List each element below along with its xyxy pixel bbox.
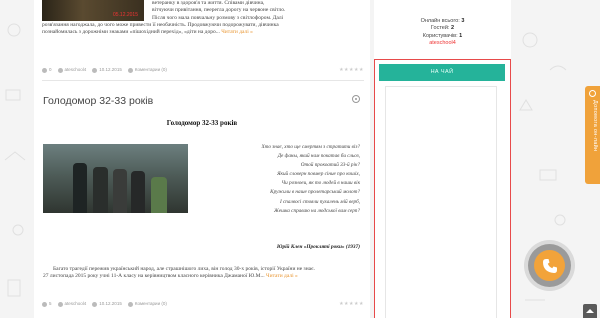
text-line: Багато трагедії пережив український наро…	[53, 266, 315, 272]
read-more-link[interactable]: Читати далі »	[266, 273, 298, 279]
rating-stars[interactable]: ★★★★★	[339, 67, 364, 73]
calendar-icon	[92, 301, 98, 307]
post-paragraph: Багато трагедії пережив український наро…	[43, 266, 361, 281]
comment-icon	[127, 301, 133, 307]
main-column: 05.12.2015 ветеранку в здоров'я та життя…	[34, 0, 370, 318]
comments-link[interactable]: Коментарии (0)	[135, 301, 167, 306]
poem-line: Кружили в наше пролетарський молот?	[270, 189, 360, 196]
user-icon	[57, 67, 63, 73]
post-date: 10.12.2015	[99, 67, 122, 73]
rating-stars[interactable]: ★★★★★	[339, 301, 364, 307]
comment-icon	[127, 67, 133, 73]
chat-widget: НА ЧАЙ	[374, 59, 511, 318]
help-online-tab[interactable]: Допомога он-лайн	[585, 86, 600, 184]
comments-link[interactable]: Коментарии (0)	[135, 67, 167, 72]
users-count: 1	[459, 32, 463, 39]
text-line: ветеранку в здоров'я та життя. Співами д…	[152, 0, 265, 6]
top-post-meta: 0 ateschool4 10.12.2015 Коментарии (0) ★…	[42, 66, 364, 74]
poem: Хто знає, хто ще смертям з стратити віз?…	[194, 143, 360, 216]
post-date: 10.12.2015	[99, 301, 122, 307]
post-heading: Голодомор 32-33 років	[166, 119, 238, 127]
author-link[interactable]: ateschool4	[65, 67, 87, 72]
calendar-icon	[92, 67, 98, 73]
guests-count: 2	[451, 25, 455, 32]
poem-line: Отой прокоатий 33-й рік?	[300, 162, 360, 169]
text-line: Після чого мала повчальну розмову з світ…	[152, 14, 284, 21]
user-icon	[57, 301, 63, 307]
users-label: Користувачів:	[422, 32, 458, 39]
post-title[interactable]: Голодомор 32-33 років	[43, 95, 153, 107]
guests-label: Гостей:	[430, 25, 450, 32]
eye-icon	[42, 301, 47, 307]
views-count: 0	[49, 67, 52, 73]
help-icon	[589, 90, 596, 97]
poem-line: Де фаны, який нам покатав би сльоз,	[277, 153, 360, 160]
gear-icon[interactable]	[352, 95, 360, 103]
text-line: 27 листопада 2015 року учні 11-А класу н…	[43, 273, 265, 280]
sidebar: Онлайн всього: 3 Гостей: 2 Користувачів:…	[374, 0, 511, 318]
divider	[42, 80, 364, 81]
chat-header: НА ЧАЙ	[379, 64, 505, 81]
poem-line: Хто знає, хто ще смертям з стратити віз?	[261, 144, 360, 150]
poem-line: Жешка справаю на людської вам серп?	[274, 207, 360, 214]
poem-line: І спалвосі стояли пухалень мій верб,	[279, 198, 360, 205]
online-stats: Онлайн всього: 3 Гостей: 2 Користувачів:…	[374, 18, 511, 47]
author-link[interactable]: ateschool4	[65, 301, 87, 306]
phone-icon	[542, 258, 557, 273]
post-photo	[43, 144, 188, 213]
text-line: вітчуючи привітання, пеерегла дорогу на …	[152, 7, 286, 14]
eye-icon	[42, 67, 47, 73]
read-more-link[interactable]: Читати далі »	[221, 29, 253, 35]
online-total: 3	[461, 18, 465, 24]
scroll-to-top-button[interactable]	[583, 304, 597, 318]
text-line: познайомилась з дорожніми знаками «пішох…	[42, 29, 220, 36]
help-online-label: Допомога он-лайн	[592, 100, 598, 152]
online-total-label: Онлайн всього:	[420, 18, 460, 24]
views-count: 5	[49, 301, 52, 307]
post-meta: 5 ateschool4 10.12.2015 Коментарии (0) ★…	[42, 300, 364, 308]
online-user-link[interactable]: ateschool4	[374, 40, 511, 47]
poem-line: Який словерн повмер сіние про кошіх,	[277, 171, 360, 178]
poem-line: Чи розноеи, як то людей в наши вік	[281, 180, 360, 187]
chat-body[interactable]	[385, 86, 497, 318]
top-post-text: ветеранку в здоров'я та життя. Співами д…	[42, 0, 342, 36]
poem-author: Юрій Клен «Прокляті роки» (1937)	[276, 244, 360, 250]
callback-button[interactable]	[528, 244, 571, 287]
